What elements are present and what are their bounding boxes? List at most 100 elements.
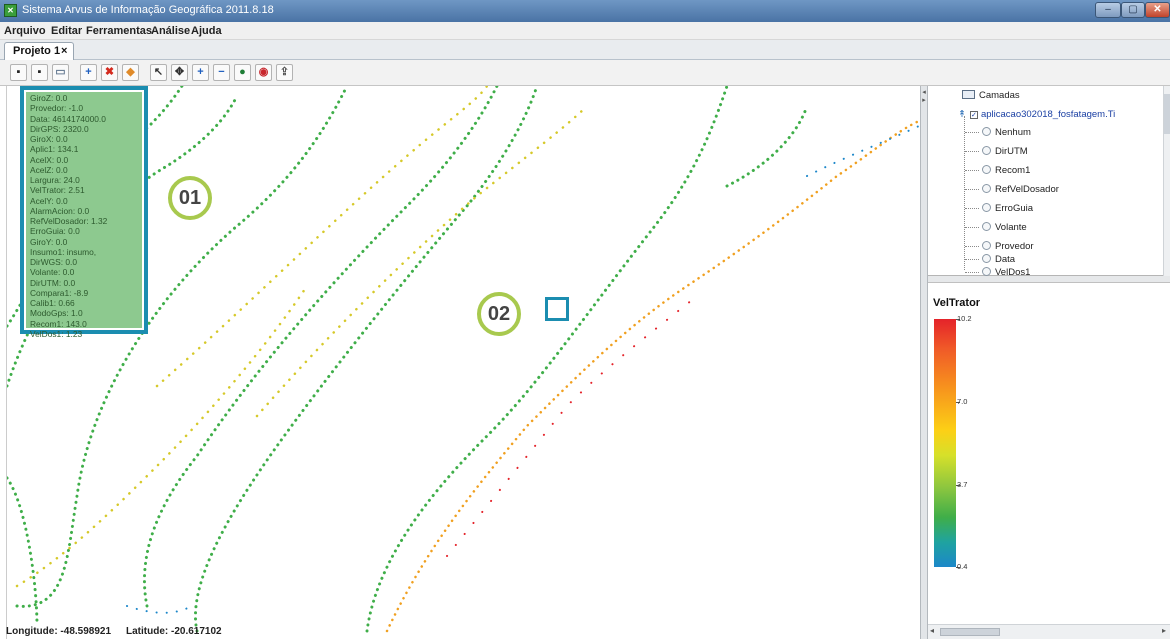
status-bar: Longitude: -48.598921 Latitude: -20.6171… — [0, 624, 920, 639]
track-line — [385, 119, 920, 633]
attr-line: Volante: 0.0 — [30, 267, 75, 278]
legend-horizontal-scrollbar[interactable]: ◂ ▸ — [928, 624, 1170, 639]
tab-bar: Projeto 1 × — [0, 40, 1170, 60]
export-icon[interactable]: ⇪ — [276, 64, 293, 81]
tree-connector — [965, 151, 979, 152]
zoom-in-icon[interactable]: + — [192, 64, 209, 81]
pan-icon[interactable]: ✥ — [171, 64, 188, 81]
legend-title: VelTrator — [933, 297, 981, 309]
menu-ajuda[interactable]: Ajuda — [191, 25, 222, 37]
attr-line: Compara1: -8.9 — [30, 287, 89, 298]
attr-line: AcelZ: 0.0 — [30, 164, 68, 175]
attr-label: RefVelDosador — [995, 184, 1059, 195]
tree-attr-volante[interactable]: Volante — [982, 222, 1027, 233]
attr-line: GiroZ: 0.0 — [30, 93, 68, 103]
tree-connector — [965, 272, 979, 273]
attr-line: GiroX: 0.0 — [30, 134, 68, 144]
attr-line: GiroY: 0.0 — [30, 236, 68, 247]
app-icon: ✕ — [4, 4, 17, 17]
title-bar: ✕ Sistema Arvus de Informação Geográfica… — [0, 0, 1170, 22]
tree-attr-erroguia[interactable]: ErroGuia — [982, 203, 1033, 214]
tree-connector — [965, 132, 979, 133]
attr-line: DirGPS: 2320.0 — [30, 123, 89, 134]
tree-attr-dirutm[interactable]: DirUTM — [982, 146, 1028, 157]
add-layer-icon[interactable]: + — [80, 64, 97, 81]
attr-label: Recom1 — [995, 165, 1031, 176]
radio-icon — [982, 254, 991, 263]
panel-splitter[interactable]: ◂ ▸ — [920, 86, 928, 639]
window-title: Sistema Arvus de Informação Geográfica 2… — [22, 4, 274, 16]
scroll-left-icon[interactable]: ◂ — [930, 626, 934, 635]
layer-tree-panel: Camadas ↟ ✓ aplicacao302018_fosfatagem.Ti … — [928, 86, 1170, 278]
collapse-left-icon[interactable]: ◂ — [921, 88, 927, 96]
radio-icon — [982, 267, 991, 276]
tab-label: Projeto 1 — [13, 45, 61, 57]
maximize-button[interactable]: ▢ — [1121, 2, 1145, 18]
save-icon[interactable]: ▪ — [10, 64, 27, 81]
globe-icon[interactable]: ◉ — [255, 64, 272, 81]
tab-close-icon[interactable]: × — [61, 45, 67, 57]
track-line — [142, 86, 499, 608]
toolbar: ▪ ▪ ▭ + ✖ ◆ ↖ ✥ + − ● ◉ ⇪ — [0, 60, 1170, 86]
radio-icon — [982, 203, 991, 212]
menu-arquivo[interactable]: Arquivo — [4, 25, 46, 37]
tree-root-camadas[interactable]: Camadas — [962, 90, 1020, 101]
tree-connector — [965, 227, 979, 228]
radio-icon — [982, 222, 991, 231]
attr-line: Calib1: 0.66 — [30, 298, 75, 308]
layer-style-icon[interactable]: ◆ — [122, 64, 139, 81]
close-button[interactable]: ✕ — [1145, 2, 1170, 18]
tree-attr-data[interactable]: Data — [982, 254, 1015, 265]
tree-connector — [965, 259, 979, 260]
legend-tick-label: 3.7 — [957, 480, 968, 489]
legend-color-ramp — [934, 319, 956, 567]
tree-layer-item[interactable]: ↟ ✓ aplicacao302018_fosfatagem.Ti — [958, 109, 1115, 120]
remove-layer-icon[interactable]: ✖ — [101, 64, 118, 81]
tree-attr-nenhum[interactable]: Nenhum — [982, 127, 1031, 138]
attr-label: Provedor — [995, 241, 1034, 252]
scrollbar-thumb[interactable] — [940, 628, 1000, 636]
attr-line: Data: 4614174000.0 — [30, 113, 106, 124]
attr-line: Largura: 24.0 — [30, 175, 80, 185]
attr-line: Aplic1: 134.1 — [30, 144, 79, 155]
tree-layer-label: aplicacao302018_fosfatagem.Ti — [980, 109, 1116, 120]
layer-tree-scrollbar[interactable] — [1163, 86, 1170, 276]
attr-label: Data — [995, 254, 1016, 265]
tree-attr-provedor[interactable]: Provedor — [982, 241, 1034, 252]
track-line — [155, 86, 489, 388]
attr-label: DirUTM — [995, 146, 1028, 157]
scrollbar-thumb[interactable] — [1164, 94, 1170, 134]
select-arrow-icon[interactable]: ↖ — [150, 64, 167, 81]
longitude-readout: Longitude: -48.598921 — [6, 626, 112, 637]
callout-badge-01: 01 — [168, 176, 212, 220]
layer-checkbox[interactable]: ✓ — [969, 111, 978, 119]
track-line — [126, 605, 193, 614]
legend-tick-label: 7.0 — [957, 397, 968, 406]
menu-bar: Arquivo Editar Ferramentas Análise Ajuda — [0, 22, 1170, 40]
attr-line: Recom1: 143.0 — [30, 318, 87, 329]
tree-attr-recom1[interactable]: Recom1 — [982, 165, 1030, 176]
latitude-readout: Latitude: -20.617102 — [126, 626, 222, 637]
info-icon[interactable]: ● — [234, 64, 251, 81]
legend-panel: VelTrator 10.2 7.0 3.7 0.4 — [928, 283, 1170, 624]
attr-line: VelTrator: 2.51 — [30, 185, 85, 196]
menu-ferramentas[interactable]: Ferramentas — [86, 25, 152, 37]
collapse-right-icon[interactable]: ▸ — [921, 96, 927, 104]
print-icon[interactable]: ▭ — [52, 64, 69, 81]
legend-tick-label: 0.4 — [957, 562, 968, 571]
selected-point-marker — [545, 297, 569, 321]
radio-icon — [982, 146, 991, 155]
attr-line: ErroGuia: 0.0 — [30, 226, 80, 237]
tree-attr-refveldosador[interactable]: RefVelDosador — [982, 184, 1059, 195]
pin-icon: ↟ — [958, 109, 966, 120]
save-as-icon[interactable]: ▪ — [31, 64, 48, 81]
legend-splitter[interactable] — [928, 276, 1170, 283]
scroll-right-icon[interactable]: ▸ — [1162, 626, 1166, 635]
tree-connector — [965, 246, 979, 247]
tab-projeto-1[interactable]: Projeto 1 × — [4, 42, 74, 60]
menu-editar[interactable]: Editar — [51, 25, 82, 37]
attr-line: RefVelDosador: 1.32 — [30, 216, 108, 226]
menu-analise[interactable]: Análise — [151, 25, 190, 37]
zoom-out-icon[interactable]: − — [213, 64, 230, 81]
minimize-button[interactable]: – — [1095, 2, 1121, 18]
